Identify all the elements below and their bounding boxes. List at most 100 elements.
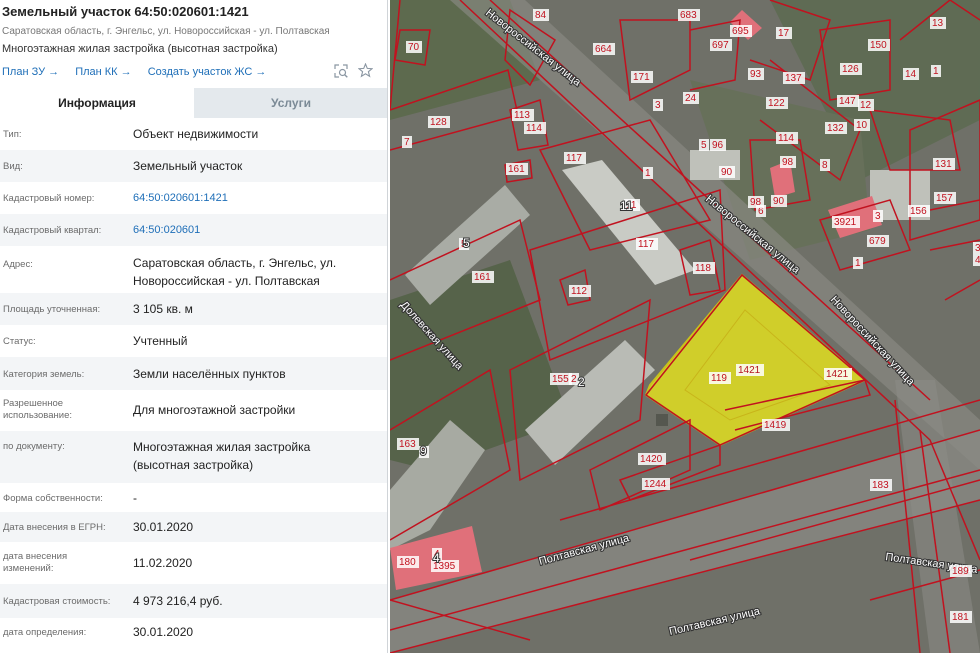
row-valuation-date: дата определения: 30.01.2020 — [0, 618, 387, 653]
parcel-number-label[interactable]: 114 — [526, 123, 542, 134]
parcel-number-label[interactable]: 664 — [595, 44, 612, 55]
map-canvas[interactable]: Новороссийская улица Новороссийская улиц… — [390, 0, 980, 653]
row-kind: Вид: Земельный участок — [0, 150, 387, 182]
parcel-number-label[interactable]: 98 — [782, 157, 794, 168]
row-value: 30.01.2020 — [133, 625, 194, 639]
parcel-number-label[interactable]: 150 — [870, 40, 887, 51]
parcel-number-label[interactable]: 117 — [638, 239, 654, 250]
tab-bar: Информация Услуги — [0, 88, 387, 118]
parcel-number-label[interactable]: 157 — [936, 193, 953, 204]
parcel-number-label[interactable]: 12 — [860, 100, 872, 111]
row-area: Площадь уточненная: 3 105 кв. м — [0, 293, 387, 325]
parcel-number-label[interactable]: 114 — [778, 133, 794, 144]
parcel-number-label[interactable]: 137 — [785, 73, 802, 84]
parcel-number-label[interactable]: 90 — [773, 196, 785, 207]
parcel-number-label[interactable]: 183 — [872, 480, 889, 491]
parcel-number-label[interactable]: 4 — [975, 255, 980, 266]
map-view[interactable]: Новороссийская улица Новороссийская улиц… — [390, 0, 980, 653]
parcel-number-label[interactable]: 24 — [685, 93, 697, 104]
parcel-number-label[interactable]: 683 — [680, 10, 697, 21]
parcel-number-label[interactable]: 189 — [952, 566, 969, 577]
parcel-number-label[interactable]: 131 — [935, 159, 952, 170]
parcel-number-label[interactable]: 695 — [732, 26, 749, 37]
parcel-number-label[interactable]: 90 — [721, 167, 733, 178]
parcel-number-label[interactable]: 96 — [712, 140, 724, 151]
parcel-number-label[interactable]: 180 — [399, 557, 416, 568]
create-zhs-link[interactable]: Создать участок ЖС → — [148, 66, 267, 78]
parcel-number-label[interactable]: 93 — [750, 69, 762, 80]
parcel-number-label[interactable]: 697 — [712, 40, 729, 51]
row-egrn-date: Дата внесения в ЕГРН: 30.01.2020 — [0, 512, 387, 542]
cadastral-quarter-link[interactable]: 64:50:020601 — [133, 221, 200, 239]
row-type: Тип: Объект недвижимости — [0, 118, 387, 150]
row-permitted-use: Разрешенное использование: Для многоэтаж… — [0, 390, 387, 431]
plan-zu-link[interactable]: План ЗУ → — [2, 66, 59, 78]
building-number: 5 — [463, 236, 470, 250]
row-change-date: дата внесения изменений: 11.02.2020 — [0, 542, 387, 584]
row-value-line1: Многоэтажная жилая застройка — [133, 440, 311, 454]
parcel-number-label[interactable]: 2 — [571, 374, 577, 385]
row-cadastral-number: Кадастровый номер: 64:50:020601:1421 — [0, 182, 387, 214]
parcel-number-label[interactable]: 3 — [655, 100, 661, 111]
parcel-number-label[interactable]: 161 — [508, 164, 525, 175]
building-number: 9 — [420, 444, 427, 458]
parcel-number-label[interactable]: 171 — [633, 72, 650, 83]
row-cadastral-quarter: Кадастровый квартал: 64:50:020601 — [0, 214, 387, 246]
parcel-number-label[interactable]: 132 — [827, 123, 844, 134]
parcel-number-label[interactable]: 126 — [842, 64, 859, 75]
parcel-number-label[interactable]: 1 — [645, 168, 651, 179]
parcel-number-label[interactable]: 155 — [552, 374, 569, 385]
parcel-number-label[interactable]: 1421 — [738, 365, 761, 376]
row-ownership: Форма собственности: - — [0, 483, 387, 512]
parcel-number-label[interactable]: 118 — [695, 263, 711, 274]
parcel-number-label[interactable]: 1 — [855, 258, 861, 269]
parcel-number-label[interactable]: 8 — [822, 160, 828, 171]
parcel-number-label[interactable]: 3921 — [834, 217, 857, 228]
parcel-number-label[interactable]: 119 — [711, 373, 727, 384]
parcel-number-label[interactable]: 1419 — [764, 420, 787, 431]
row-label: Вид: — [3, 161, 23, 172]
parcel-number-label[interactable]: 7 — [404, 137, 410, 148]
action-links: План ЗУ → План КК → Создать участок ЖС → — [2, 66, 279, 78]
star-icon[interactable] — [358, 63, 373, 78]
parcel-number-label[interactable]: 112 — [571, 286, 587, 297]
tab-services[interactable]: Услуги — [194, 88, 387, 118]
parcel-number-label[interactable]: 17 — [778, 28, 790, 39]
parcel-number-label[interactable]: 5 — [701, 140, 707, 151]
row-value: 11.02.2020 — [133, 556, 193, 570]
parcel-number-label[interactable]: 1244 — [644, 479, 667, 490]
parcel-number-label[interactable]: 1421 — [826, 369, 849, 380]
parcel-number-label[interactable]: 10 — [856, 120, 868, 131]
parcel-number-label[interactable]: 3 — [875, 211, 881, 222]
parcel-number-label[interactable]: 122 — [768, 98, 785, 109]
cadastral-number-link[interactable]: 64:50:020601:1421 — [133, 189, 228, 207]
row-by-document: по документу: Многоэтажная жилая застрой… — [0, 431, 387, 483]
parcel-number-label[interactable]: 70 — [408, 42, 420, 53]
row-label: Кадастровая стоимость: — [3, 596, 111, 607]
parcel-number-label[interactable]: 128 — [430, 117, 447, 128]
parcel-number-label[interactable]: 98 — [750, 197, 762, 208]
tab-info[interactable]: Информация — [0, 88, 194, 118]
parcel-number-label[interactable]: 1420 — [640, 454, 663, 465]
building-number: 4 — [433, 551, 440, 565]
parcel-number-label[interactable]: 14 — [905, 69, 917, 80]
parcel-number-label[interactable]: 113 — [514, 110, 530, 121]
plan-kk-link[interactable]: План КК → — [75, 66, 131, 78]
parcel-number-label[interactable]: 163 — [399, 439, 416, 450]
parcel-number-label[interactable]: 84 — [535, 10, 547, 21]
row-land-category: Категория земель: Земли населённых пункт… — [0, 357, 387, 390]
row-label: Кадастровый номер: — [3, 193, 95, 204]
zoom-to-icon[interactable] — [334, 64, 348, 78]
row-value-line2: Новороссийская - ул. Полтавская — [133, 274, 320, 288]
parcel-notch — [656, 414, 668, 426]
parcel-number-label[interactable]: 147 — [839, 96, 856, 107]
parcel-number-label[interactable]: 161 — [474, 272, 491, 283]
parcel-number-label[interactable]: 156 — [910, 206, 927, 217]
parcel-number-label[interactable]: 679 — [869, 236, 886, 247]
parcel-number-label[interactable]: 3 — [975, 243, 980, 254]
row-label-line2: использование: — [3, 410, 73, 421]
parcel-number-label[interactable]: 1 — [933, 66, 939, 77]
parcel-number-label[interactable]: 13 — [932, 18, 944, 29]
parcel-number-label[interactable]: 117 — [566, 153, 582, 164]
parcel-number-label[interactable]: 181 — [952, 612, 969, 623]
